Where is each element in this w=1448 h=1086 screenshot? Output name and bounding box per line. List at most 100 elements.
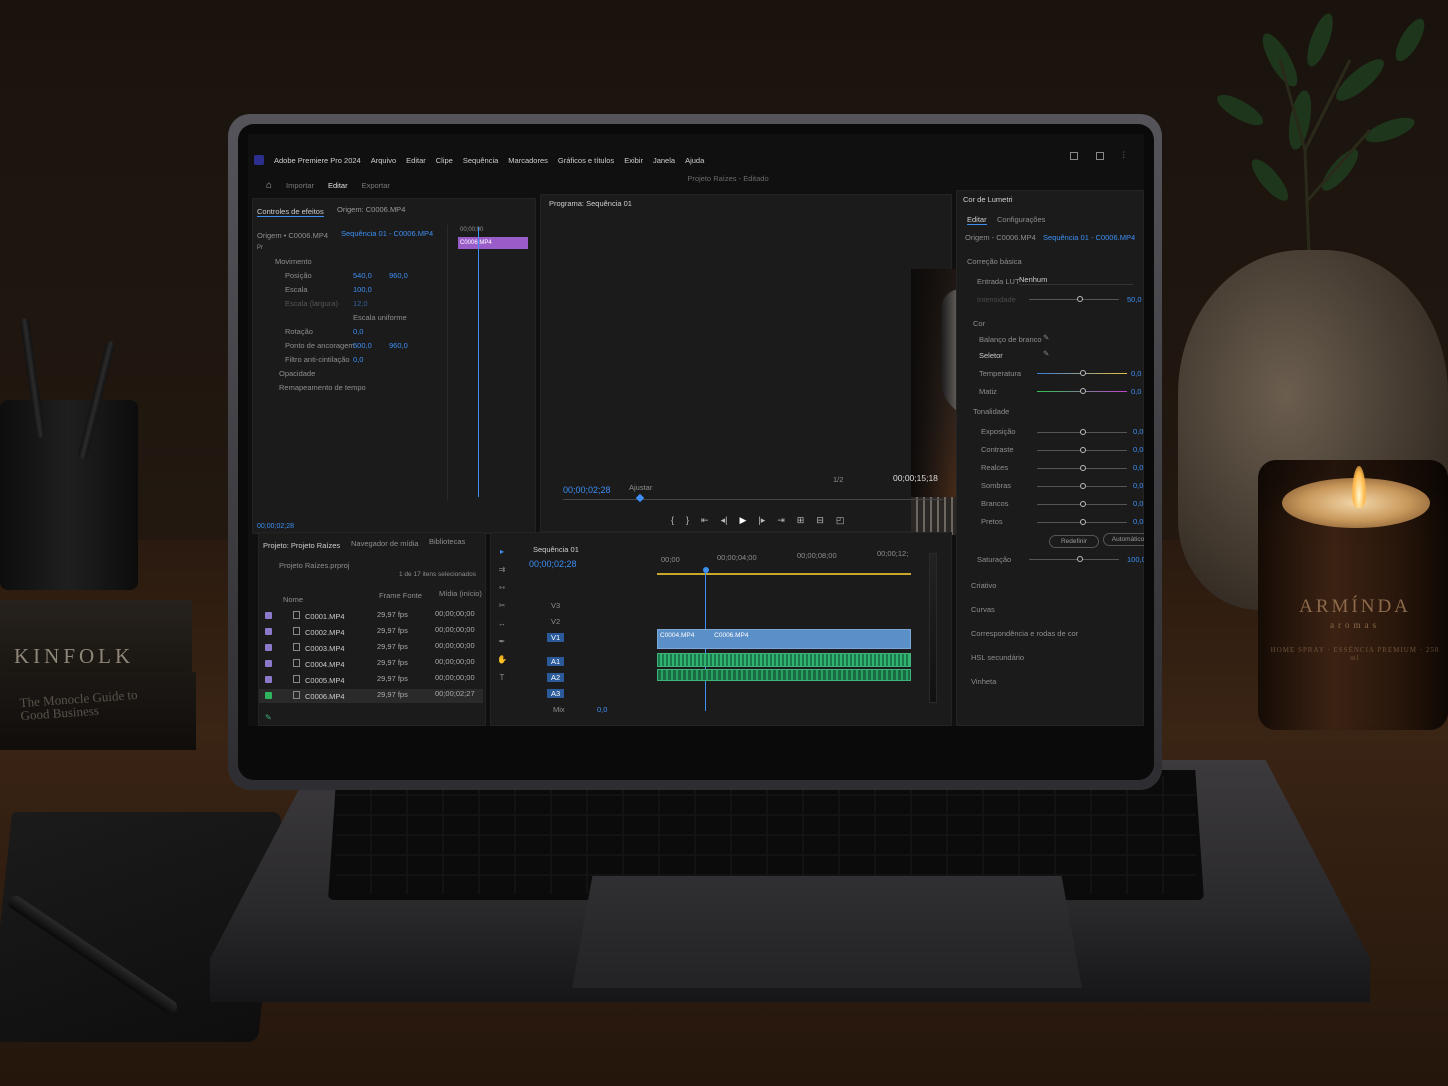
program-scrubber[interactable]	[563, 493, 943, 503]
program-playhead[interactable]	[635, 493, 645, 503]
quality-dropdown[interactable]: 1/2	[833, 475, 843, 484]
color-section[interactable]: Cor	[973, 319, 985, 328]
tone-row-contrast[interactable]: Contraste 0,0	[981, 445, 1143, 457]
lumetri-tab-config[interactable]: Configurações	[997, 215, 1045, 224]
project-row[interactable]: C0003.MP4 29,97 fps 00;00;00;00	[259, 641, 483, 655]
mix-value[interactable]: 0,0	[597, 705, 607, 714]
track-v3[interactable]: V3	[551, 601, 560, 610]
type-icon[interactable]: T	[497, 673, 507, 683]
work-area-bar[interactable]	[657, 573, 911, 575]
step-back-icon[interactable]: ◂|	[721, 515, 728, 526]
tone-section[interactable]: Tonalidade	[973, 407, 1009, 416]
intensity-slider[interactable]	[1029, 296, 1119, 302]
insert-icon[interactable]: ⊞	[797, 515, 805, 526]
menu-editar[interactable]: Editar	[406, 156, 426, 165]
mark-in-icon[interactable]: {	[671, 515, 674, 526]
project-row[interactable]: C0002.MP4 29,97 fps 00;00;00;00	[259, 625, 483, 639]
effect-mini-timeline[interactable]: 00;00;00 C0006.MP4	[447, 225, 535, 501]
tone-row-exposure[interactable]: Exposição 0,0	[981, 427, 1143, 439]
menu-graficos[interactable]: Gráficos e títulos	[558, 156, 614, 165]
anchor-x[interactable]: 500,0	[353, 341, 372, 350]
antiflicker-value[interactable]: 0,0	[353, 355, 363, 364]
label-color-swatch[interactable]	[265, 660, 272, 667]
program-timecode[interactable]: 00;00;02;28	[563, 485, 611, 495]
scale-width-value[interactable]: 12,0	[353, 299, 368, 308]
label-color-swatch[interactable]	[265, 644, 272, 651]
tone-knob[interactable]	[1080, 483, 1086, 489]
razor-icon[interactable]: ✂	[497, 601, 507, 611]
col-frame-rate[interactable]: Frame Fonte	[379, 591, 422, 600]
anchor-y[interactable]: 960,0	[389, 341, 408, 350]
pen-tool-icon[interactable]: ✎	[265, 713, 272, 722]
project-row[interactable]: C0004.MP4 29,97 fps 00;00;00;00	[259, 657, 483, 671]
tone-knob[interactable]	[1080, 501, 1086, 507]
hand-icon[interactable]: ✋	[497, 655, 507, 665]
opacity-row[interactable]: Opacidade	[279, 369, 315, 378]
temperature-slider[interactable]	[1037, 370, 1127, 376]
selector-eyedropper-icon[interactable]: ✎	[1043, 349, 1049, 358]
tone-row-whites[interactable]: Brancos 0,0	[981, 499, 1143, 511]
menu-arquivo[interactable]: Arquivo	[371, 156, 396, 165]
tone-value[interactable]: 0,0	[1133, 463, 1143, 472]
menu-janela[interactable]: Janela	[653, 156, 675, 165]
tone-row-shadows[interactable]: Sombras 0,0	[981, 481, 1143, 493]
tab-sequence[interactable]: Sequência 01	[533, 545, 579, 554]
reset-button[interactable]: Redefinir	[1049, 535, 1099, 548]
audio-clip-a2[interactable]	[657, 669, 911, 681]
menu-ajuda[interactable]: Ajuda	[685, 156, 704, 165]
slip-icon[interactable]: ↔	[497, 619, 507, 629]
track-a2[interactable]: A2	[547, 673, 565, 682]
tab-importar[interactable]: Importar	[286, 181, 314, 190]
saturation-value[interactable]: 100,0	[1127, 555, 1144, 564]
project-row[interactable]: C0006.MP4 29,97 fps 00;00;02;27	[259, 689, 483, 703]
tab-project[interactable]: Projeto: Projeto Raízes	[263, 541, 340, 550]
tone-knob[interactable]	[1080, 465, 1086, 471]
lumetri-source[interactable]: Origem - C0006.MP4	[965, 233, 1036, 242]
label-color-swatch[interactable]	[265, 692, 272, 699]
mini-clip[interactable]: C0006.MP4	[458, 237, 528, 249]
tone-value[interactable]: 0,0	[1133, 499, 1143, 508]
tint-slider[interactable]	[1037, 388, 1127, 394]
auto-button[interactable]: Automático	[1103, 533, 1144, 546]
selection-tool-icon[interactable]: ▸	[497, 547, 507, 557]
tone-slider[interactable]	[1037, 429, 1127, 435]
overwrite-icon[interactable]: ⊟	[816, 515, 824, 526]
tone-knob[interactable]	[1080, 429, 1086, 435]
sequence-label[interactable]: Sequência 01 - C0006.MP4	[341, 229, 433, 238]
col-name[interactable]: Nome	[283, 595, 303, 604]
timeline-timecode[interactable]: 00;00;02;28	[529, 559, 577, 569]
video-clip-track[interactable]: C0004.MP4 C0006.MP4	[657, 629, 911, 649]
section-vignette[interactable]: Vinheta	[971, 677, 996, 686]
track-v2[interactable]: V2	[551, 617, 560, 626]
section-curves[interactable]: Curvas	[971, 605, 995, 614]
home-icon[interactable]: ⌂	[266, 180, 272, 191]
go-in-icon[interactable]: ⇤	[701, 515, 709, 526]
ripple-edit-icon[interactable]: ⇿	[497, 583, 507, 593]
tab-editar[interactable]: Editar	[328, 181, 348, 190]
pen-icon[interactable]: ✒	[497, 637, 507, 647]
mini-playhead[interactable]	[478, 227, 479, 497]
menu-marcadores[interactable]: Marcadores	[508, 156, 548, 165]
tab-media-browser[interactable]: Navegador de mídia	[351, 539, 419, 548]
tone-knob[interactable]	[1080, 519, 1086, 525]
tab-effect-controls[interactable]: Controles de efeitos	[257, 207, 324, 217]
project-row[interactable]: C0005.MP4 29,97 fps 00;00;00;00	[259, 673, 483, 687]
position-x[interactable]: 540,0	[353, 271, 372, 280]
tone-value[interactable]: 0,0	[1133, 517, 1143, 526]
label-color-swatch[interactable]	[265, 628, 272, 635]
temperature-value[interactable]: 0,0	[1131, 369, 1141, 378]
menu-exibir[interactable]: Exibir	[624, 156, 643, 165]
section-color-wheels[interactable]: Correspondência e rodas de cor	[971, 629, 1078, 638]
export-frame-icon[interactable]: ◰	[836, 515, 845, 526]
temperature-knob[interactable]	[1080, 370, 1086, 376]
tab-libraries[interactable]: Bibliotecas	[429, 537, 465, 546]
play-icon[interactable]: ▶	[739, 515, 746, 526]
saturation-knob[interactable]	[1077, 556, 1083, 562]
trackpad[interactable]	[572, 876, 1082, 988]
position-y[interactable]: 960,0	[389, 271, 408, 280]
tab-lumetri[interactable]: Cor de Lumetri	[963, 195, 1013, 204]
tint-value[interactable]: 0,0	[1131, 387, 1141, 396]
label-color-swatch[interactable]	[265, 612, 272, 619]
tone-slider[interactable]	[1037, 465, 1127, 471]
menu-clipe[interactable]: Clipe	[436, 156, 453, 165]
